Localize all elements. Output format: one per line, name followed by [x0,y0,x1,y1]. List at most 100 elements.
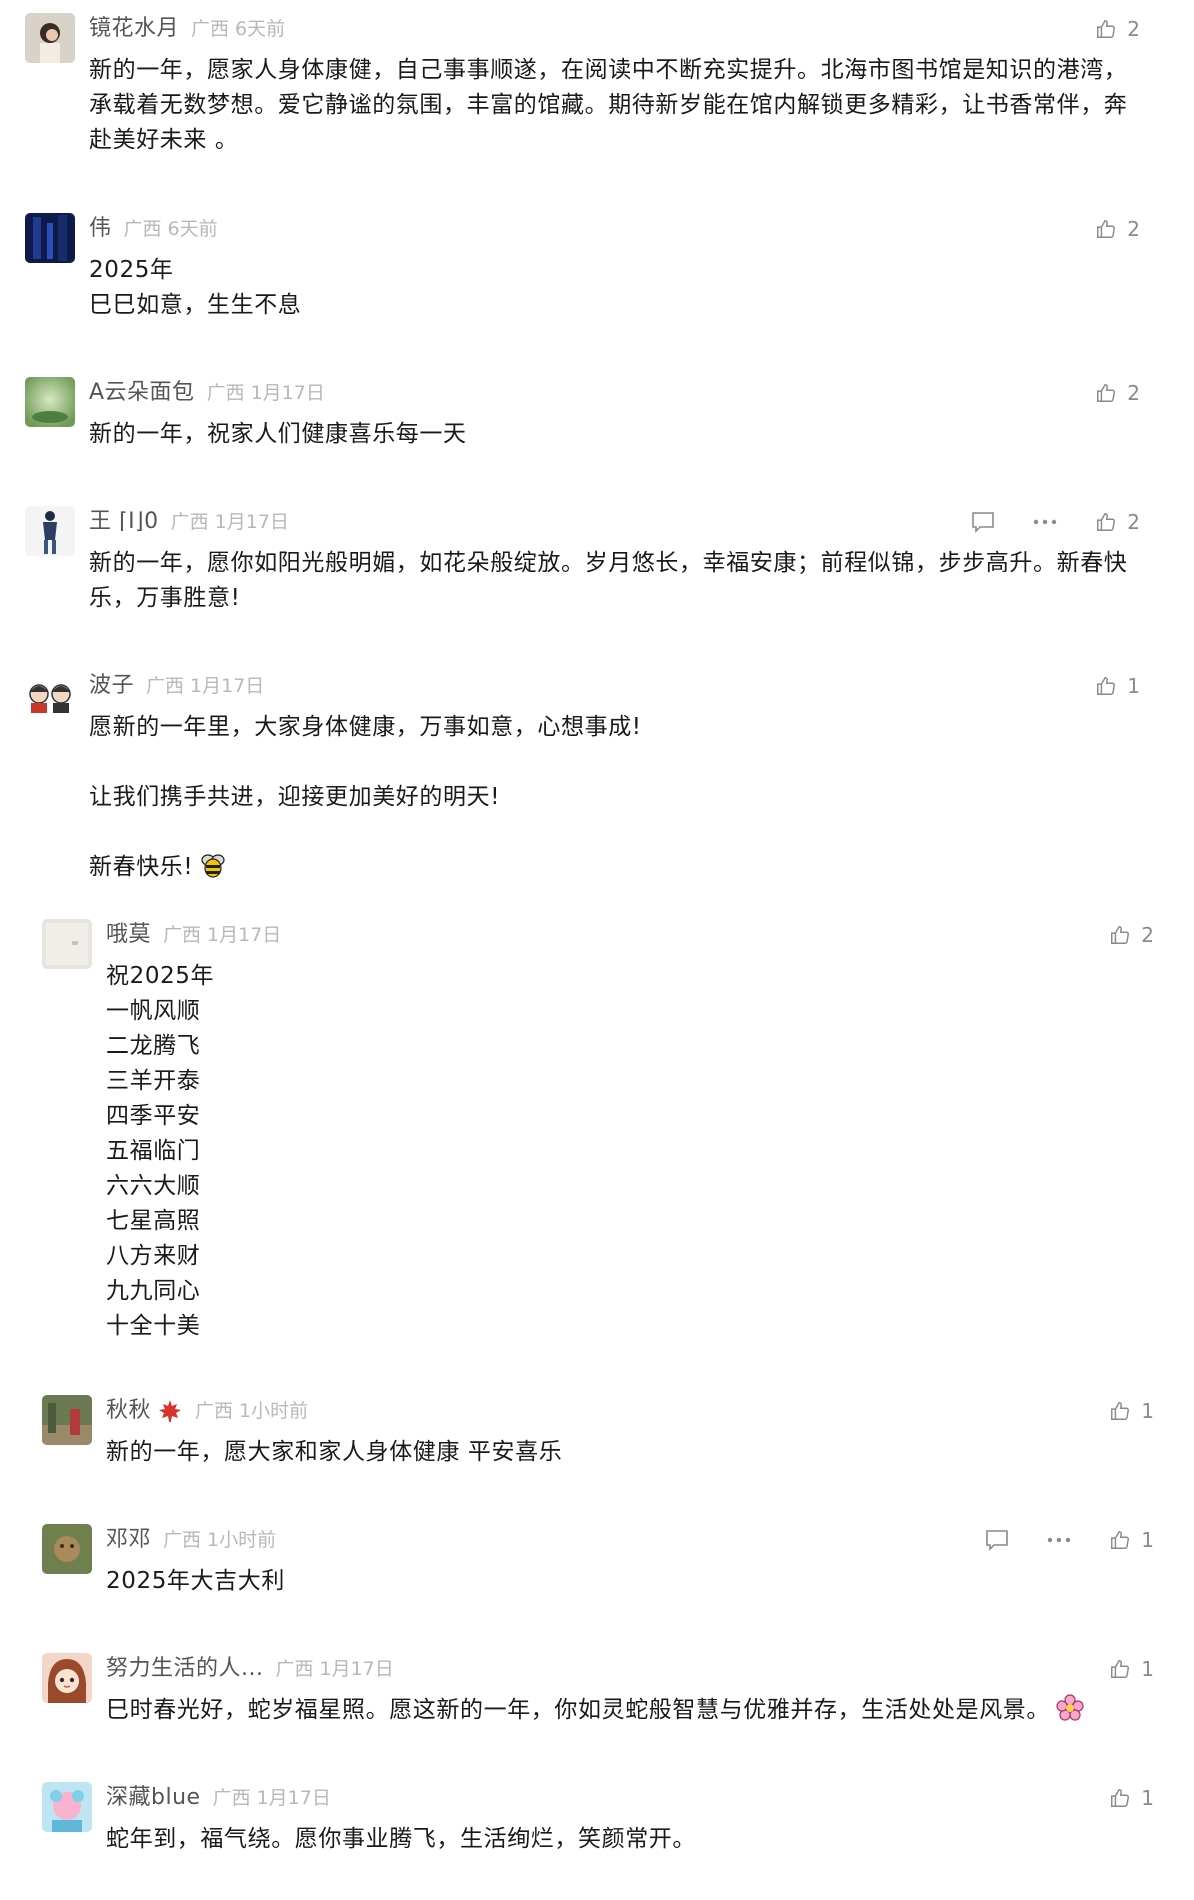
like-count: 1 [1127,674,1140,698]
like-count: 1 [1141,1399,1154,1423]
thumbs-up-icon [1097,513,1116,531]
comment-text: 新的一年，愿大家和家人身体健康 平安喜乐 [106,1439,563,1465]
comment-actions: 1 [1109,1781,1154,1815]
nickname[interactable]: 波子 [89,673,134,698]
comment-meta: 邓邓 广西 1小时前 [106,1523,276,1557]
comment-text: 愿新的一年里，大家身体健康，万事如意，心想事成! [89,714,642,740]
avatar[interactable] [42,1524,92,1574]
timestamp: 1月17日 [256,1787,331,1809]
avatar[interactable] [42,1653,92,1703]
comment-meta: 镜花水月 广西 6天前 [89,12,285,46]
comment-text: 九九同心 [106,1278,201,1304]
nickname[interactable]: A云朵面包 [89,380,195,405]
comment-bubble-icon [972,512,995,533]
comment-text: 二龙腾飞 [106,1033,201,1059]
comment-content: 新的一年，愿大家和家人身体健康 平安喜乐 [106,1435,562,1470]
more-button[interactable] [1047,1537,1071,1543]
comment-content: 新的一年，祝家人们健康喜乐每一天 [89,417,467,452]
avatar[interactable] [25,506,75,556]
reply-button[interactable] [985,1529,1009,1551]
comment-meta: 波子 广西 1月17日 [89,669,264,703]
thumbs-up-icon [1111,1660,1130,1678]
nickname[interactable]: 努力生活的人... [106,1656,263,1681]
comment-text: 一帆风顺 [106,998,201,1024]
more-button[interactable] [1033,519,1057,525]
comment-content: 新的一年，愿你如阳光般明媚，如花朵般绽放。岁月悠长，幸福安康；前程似锦，步步高升… [89,546,1144,616]
location: 广西 [170,511,209,533]
avatar[interactable] [42,1782,92,1832]
comment-meta: 哦莫 广西 1月17日 [106,918,281,952]
like-button[interactable]: 2 [1095,217,1140,241]
nickname[interactable]: 深藏blue [106,1785,201,1810]
comment-content: 新的一年，愿家人身体康健，自己事事顺遂，在阅读中不断充实提升。北海市图书馆是知识… [89,53,1144,158]
comment-actions: 2 [1095,212,1140,246]
comment-content: 蛇年到，福气绕。愿你事业腾飞，生活绚烂，笑颜常开。 [106,1822,696,1857]
comment-actions: 2 [971,505,1140,539]
comment-meta: 努力生活的人... 广西 1月17日 [106,1652,394,1686]
flower-emoji-icon [1056,1693,1084,1721]
avatar[interactable] [42,919,92,969]
thumbs-up-icon [1097,220,1116,238]
like-button[interactable]: 1 [1095,674,1140,698]
comment-actions: 2 [1095,376,1140,410]
comment-text: 新的一年，愿家人身体康健，自己事事顺遂，在阅读中不断充实提升。北海市图书馆是知识… [89,57,1128,153]
reply-button[interactable] [971,511,995,533]
timestamp: 1小时前 [207,1529,277,1551]
comment-text: 五福临门 [106,1138,201,1164]
like-button[interactable]: 1 [1109,1528,1154,1552]
like-button[interactable]: 2 [1095,381,1140,405]
like-button[interactable]: 2 [1095,510,1140,534]
nickname[interactable]: 镜花水月 [89,16,179,41]
nickname[interactable]: 邓邓 [106,1527,151,1552]
like-button[interactable]: 2 [1109,923,1154,947]
like-button[interactable]: 1 [1109,1786,1154,1810]
avatar[interactable] [25,13,75,63]
more-dots-icon [1034,519,1057,525]
location: 广西 [146,675,185,697]
comment-actions: 1 [1109,1652,1154,1686]
comment-text: 巳巳如意，生生不息 [89,292,302,318]
comment-text: 2025年 [89,257,174,283]
timestamp: 1月17日 [190,675,265,697]
like-count: 1 [1141,1528,1154,1552]
maple-leaf-icon [159,1399,182,1422]
bee-emoji-icon [201,853,225,878]
nickname[interactable]: 王 ⌈I⌋0 [89,509,159,534]
comment-text: 巳时春光好，蛇岁福星照。愿这新的一年，你如灵蛇般智慧与优雅并存，生活处处是风景。 [106,1697,1050,1723]
comment-actions: 2 [1109,918,1154,952]
comment-bubble-icon [986,1530,1009,1551]
comment-text: 2025年大吉大利 [106,1568,285,1594]
comment-meta: 王 ⌈I⌋0 广西 1月17日 [89,505,289,539]
thumbs-up-icon [1111,926,1130,944]
comment-text: 十全十美 [106,1313,201,1339]
comment-text: 新的一年，愿你如阳光般明媚，如花朵般绽放。岁月悠长，幸福安康；前程似锦，步步高升… [89,550,1128,611]
comment-text: 三羊开泰 [106,1068,201,1094]
comment-meta: 伟广西 6天前 [89,212,218,246]
location: 广西 [212,1787,251,1809]
comment-text: 蛇年到，福气绕。愿你事业腾飞，生活绚烂，笑颜常开。 [106,1826,696,1852]
comment-content: 巳时春光好，蛇岁福星照。愿这新的一年，你如灵蛇般智慧与优雅并存，生活处处是风景。 [106,1693,1084,1728]
timestamp: 6天前 [235,18,286,40]
nickname[interactable]: 伟 [89,216,112,241]
avatar[interactable] [25,213,75,263]
comment-text: 让我们携手共进，迎接更加美好的明天! [89,784,501,810]
avatar[interactable] [42,1395,92,1445]
like-count: 2 [1127,381,1140,405]
comment-content: 2025年 巳巳如意，生生不息 [89,253,301,323]
comment-meta: 深藏blue 广西 1月17日 [106,1781,331,1815]
comment-text: 四季平安 [106,1103,201,1129]
like-count: 2 [1127,510,1140,534]
nickname[interactable]: 秋秋 [106,1398,151,1423]
like-button[interactable]: 1 [1109,1399,1154,1423]
like-count: 1 [1141,1786,1154,1810]
like-count: 1 [1141,1657,1154,1681]
location: 广西 [191,18,230,40]
comment-text: 六六大顺 [106,1173,201,1199]
like-button[interactable]: 1 [1109,1657,1154,1681]
nickname[interactable]: 哦莫 [106,922,151,947]
like-count: 2 [1141,923,1154,947]
location: 广西 [275,1658,314,1680]
avatar[interactable] [25,377,75,427]
like-button[interactable]: 2 [1095,17,1140,41]
avatar[interactable] [25,670,75,720]
